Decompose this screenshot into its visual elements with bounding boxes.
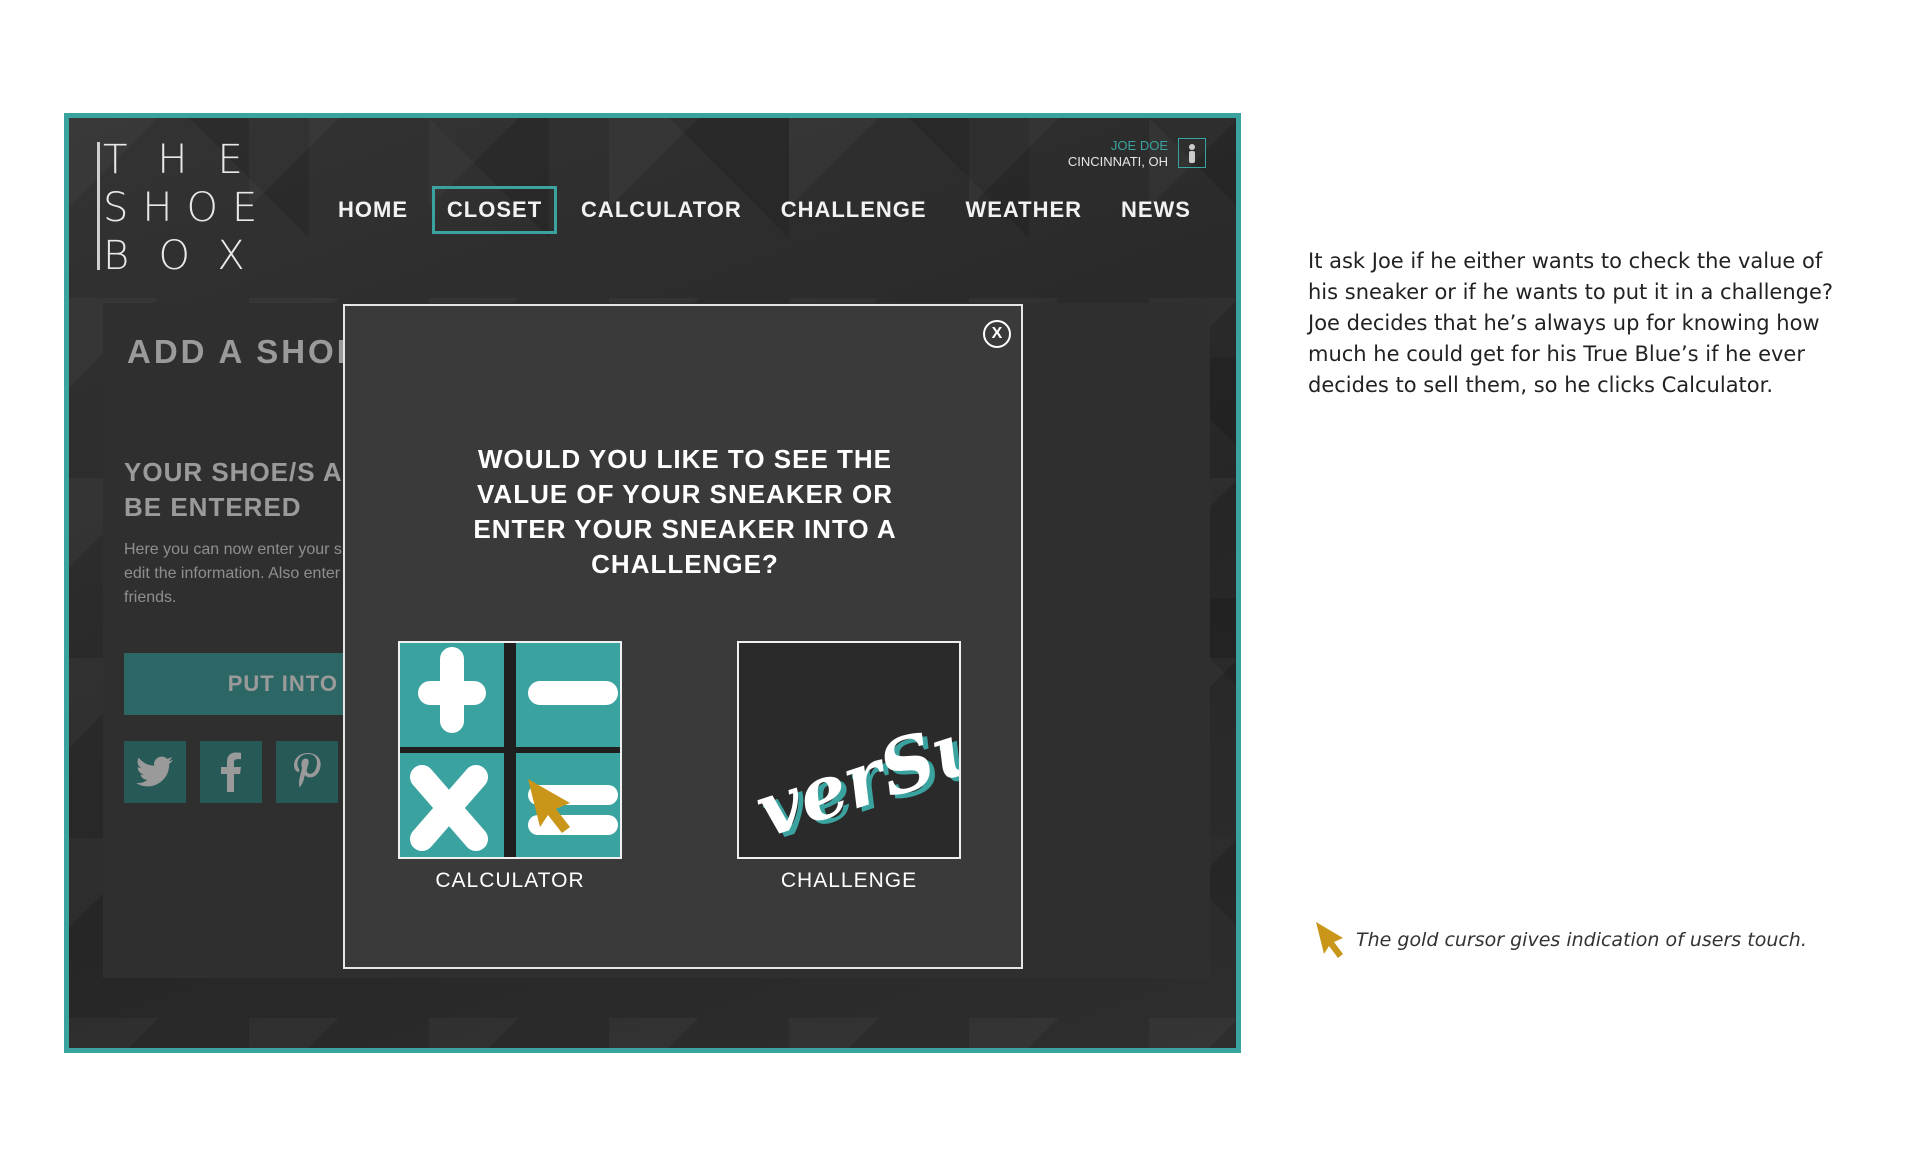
legend-text: The gold cursor gives indication of user… [1356,929,1807,951]
challenge-label: CHALLENGE [780,869,918,892]
avatar[interactable] [1178,138,1206,168]
annotation-note: It ask Joe if he either wants to check t… [1308,249,1834,397]
challenge-option[interactable]: verSus verSus CHALLENGE [737,641,961,893]
nav-news[interactable]: NEWS [1106,186,1206,234]
logo[interactable]: THE SHOE BOX [97,136,275,280]
close-button[interactable]: X [983,320,1011,348]
nav-closet[interactable]: CLOSET [431,186,558,234]
nav-challenge[interactable]: CHALLENGE [766,186,942,234]
calculator-icon[interactable] [398,641,622,859]
user-profile[interactable]: JOE DOE CINCINNATI, OH [1068,138,1206,170]
cursor-legend: The gold cursor gives indication of user… [1314,920,1807,960]
logo-line-2: SHOE [103,185,272,231]
calculator-option[interactable]: CALCULATOR [398,641,622,893]
user-silhouette-icon [1189,144,1195,163]
logo-bar [97,142,100,270]
logo-line-3: BOX [103,233,275,279]
nav-calculator[interactable]: CALCULATOR [566,186,757,234]
main-nav: HOME CLOSET CALCULATOR CHALLENGE WEATHER… [323,186,1206,234]
app-window: THE SHOE BOX JOE DOE CINCINNATI, OH HOME… [64,113,1241,1053]
versus-icon[interactable]: verSus verSus [737,641,961,859]
choice-modal: X WOULD YOU LIKE TO SEE THE VALUE OF YOU… [343,304,1023,969]
logo-line-1: THE [103,137,273,183]
gold-cursor-icon [1316,922,1343,958]
calculator-label: CALCULATOR [435,869,585,892]
modal-question: WOULD YOU LIKE TO SEE THE VALUE OF YOUR … [473,444,897,579]
nav-weather[interactable]: WEATHER [950,186,1097,234]
nav-home[interactable]: HOME [323,186,423,234]
